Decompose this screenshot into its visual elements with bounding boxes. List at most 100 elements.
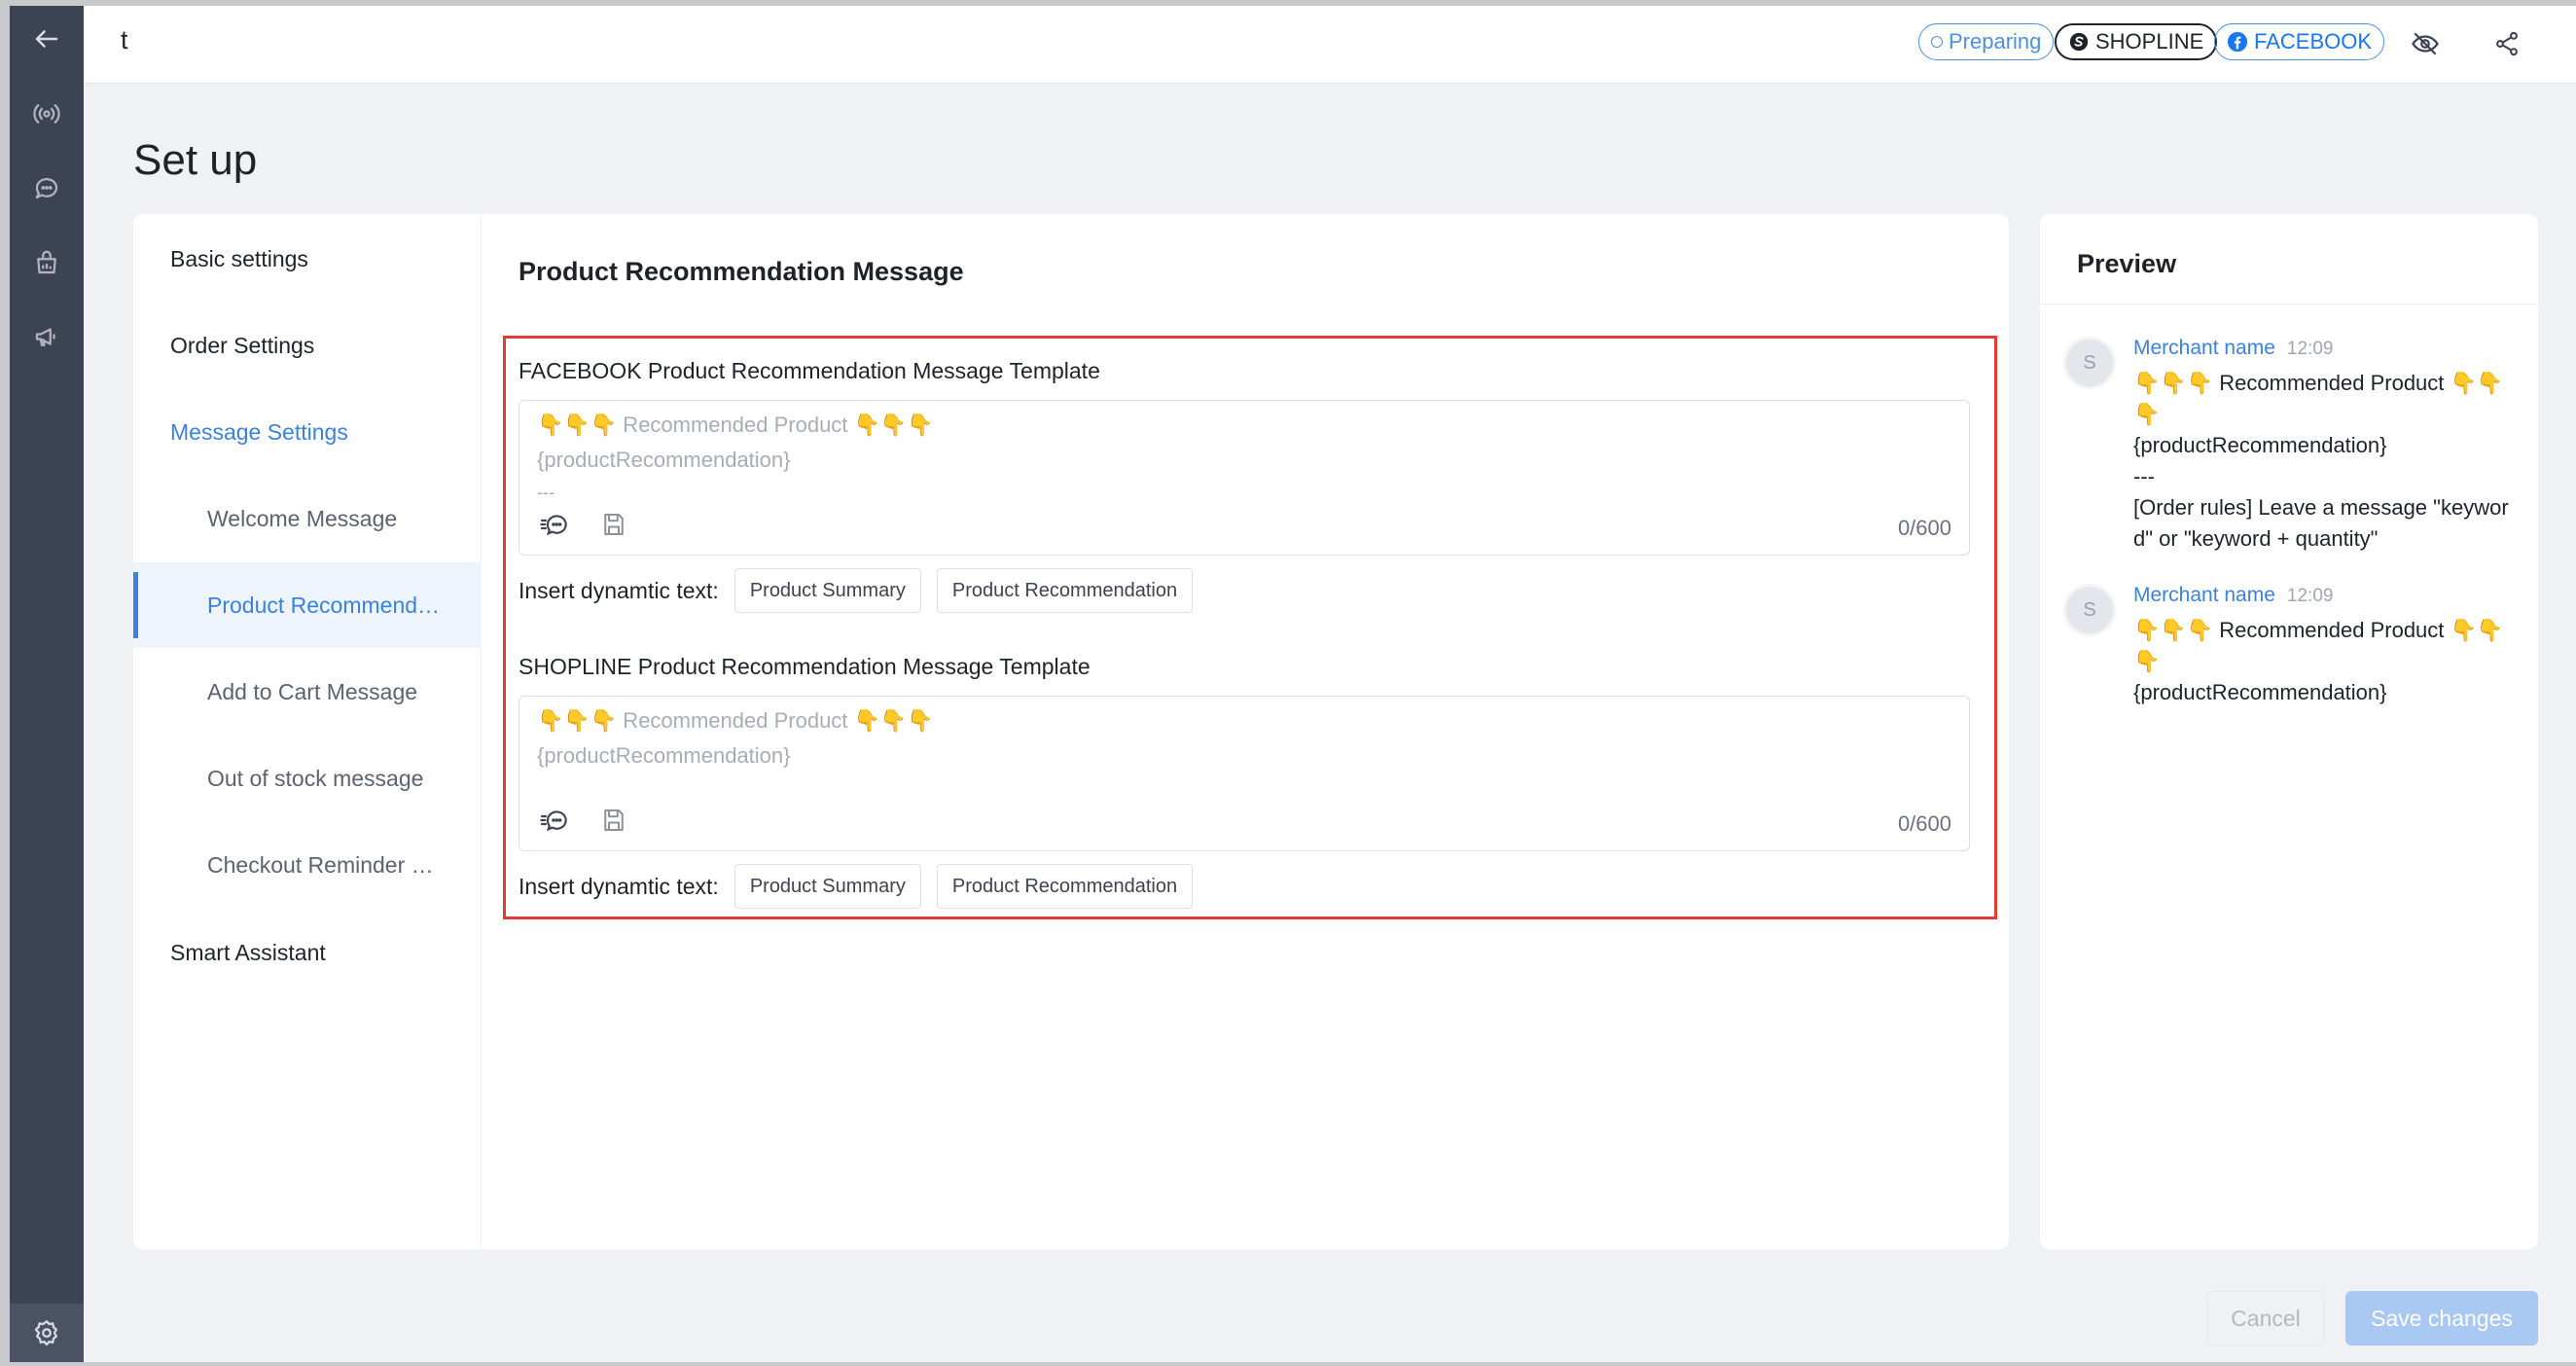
editor-placeholder-line: {productRecommendation}: [537, 743, 791, 768]
icon-rail: [10, 6, 84, 1362]
top-bar: t Preparing SHOPLINE FACEBOOK: [84, 6, 2576, 84]
facebook-template-title: FACEBOOK Product Recommendation Message …: [519, 358, 1100, 383]
rail-chat-button[interactable]: [10, 159, 84, 217]
editor-toolbar: [539, 804, 630, 837]
quick-reply-button[interactable]: [539, 804, 572, 837]
back-arrow-icon: [35, 30, 58, 48]
editor-placeholder-line: 👇👇👇 Recommended Product 👇👇👇: [537, 708, 934, 734]
status-badge-label: Preparing: [1949, 29, 2042, 54]
nav-item-out-of-stock-message[interactable]: Out of stock message: [133, 736, 482, 821]
window-frame-left: [0, 0, 10, 1366]
character-count: 0/600: [1897, 516, 1951, 540]
save-changes-button[interactable]: Save changes: [2345, 1291, 2538, 1346]
nav-item-message-settings[interactable]: Message Settings: [133, 389, 482, 475]
nav-item-product-recommendation[interactable]: Product Recommendation Message: [133, 562, 482, 648]
quick-reply-button[interactable]: [539, 508, 572, 541]
preview-divider: [2040, 304, 2538, 305]
pointing-down-emoji: 👇👇👇: [537, 708, 618, 733]
nav-item-label: Checkout Reminder Message: [207, 851, 450, 878]
nav-item-order-settings[interactable]: Order Settings: [133, 303, 482, 388]
platform-tag-label: FACEBOOK: [2254, 29, 2373, 54]
megaphone-icon: [35, 328, 55, 346]
settings-nav: Basic settings Order Settings Message Se…: [133, 214, 482, 1249]
preview-card: Preview S Merchant name 12:09 👇👇👇 Recomme…: [2040, 214, 2538, 1249]
gear-icon: [34, 1320, 57, 1346]
window-frame-bottom: [0, 1362, 2576, 1366]
editor-toolbar: [539, 508, 630, 541]
editor-placeholder-line: 👇👇👇 Recommended Product 👇👇👇: [537, 413, 934, 438]
back-button[interactable]: [10, 10, 84, 68]
rail-marketing-button[interactable]: [10, 307, 84, 366]
pointing-down-emoji: 👇👇👇: [853, 708, 934, 733]
platform-tag-facebook: FACEBOOK: [2214, 23, 2385, 60]
status-dot-icon: [1931, 36, 1943, 48]
merchant-name: Merchant name: [2133, 584, 2275, 606]
placeholder-text: Recommended Product: [617, 708, 854, 733]
nav-item-label: Basic settings: [170, 245, 308, 271]
settings-card: Basic settings Order Settings Message Se…: [133, 214, 2009, 1249]
message-body: 👇👇👇 Recommended Product 👇👇👇 {productReco…: [2133, 371, 2509, 551]
nav-item-label: Out of stock message: [207, 765, 424, 791]
nav-item-basic-settings[interactable]: Basic settings: [133, 216, 482, 302]
quick-reply-icon: [540, 810, 567, 832]
campaign-title: t: [121, 25, 128, 54]
cancel-button[interactable]: Cancel: [2206, 1291, 2325, 1346]
facebook-template-editor[interactable]: 👇👇👇 Recommended Product 👇👇👇 {productReco…: [519, 400, 1970, 556]
insert-product-summary-button[interactable]: Product Summary: [733, 864, 921, 909]
share-icon: [2496, 31, 2518, 56]
editor-placeholder-line: ---: [537, 483, 555, 502]
insert-product-recommendation-button[interactable]: Product Recommendation: [936, 568, 1194, 613]
avatar: S: [2063, 584, 2116, 636]
nav-item-smart-assistant[interactable]: Smart Assistant: [133, 910, 482, 995]
editor-placeholder-line: {productRecommendation}: [537, 448, 791, 472]
platform-tag-shopline: SHOPLINE: [2055, 23, 2218, 60]
save-template-button[interactable]: [597, 804, 630, 837]
insert-dynamic-text-label: Insert dynamtic text:: [519, 577, 719, 603]
message-time: 12:09: [2286, 586, 2334, 606]
nav-item-label: Product Recommendation Message: [207, 592, 450, 618]
section-title: Product Recommendation Message: [519, 257, 964, 286]
nav-item-label: Welcome Message: [207, 505, 398, 531]
rail-live-button[interactable]: [10, 85, 84, 143]
shopline-template-editor[interactable]: 👇👇👇 Recommended Product 👇👇👇 {productReco…: [519, 696, 1970, 851]
merchant-name: Merchant name: [2133, 337, 2275, 359]
message-body: 👇👇👇 Recommended Product 👇👇👇 {productReco…: [2133, 618, 2504, 704]
eye-off-icon: [2412, 32, 2439, 55]
nav-item-welcome-message[interactable]: Welcome Message: [133, 476, 482, 561]
avatar: S: [2063, 337, 2116, 389]
hide-preview-button[interactable]: [2409, 27, 2442, 60]
message-header: Merchant name 12:09: [2133, 584, 2333, 607]
share-button[interactable]: [2490, 27, 2523, 60]
insert-dynamic-text-row: Insert dynamtic text: Product Summary Pr…: [519, 864, 1208, 909]
nav-item-checkout-reminder[interactable]: Checkout Reminder Message: [133, 822, 482, 908]
rail-settings-button[interactable]: [10, 1304, 84, 1362]
character-count: 0/600: [1897, 811, 1951, 836]
nav-item-label: Smart Assistant: [170, 939, 326, 965]
status-badge: Preparing: [1918, 23, 2055, 60]
save-template-button[interactable]: [597, 508, 630, 541]
page-title: Set up: [133, 136, 258, 184]
insert-product-recommendation-button[interactable]: Product Recommendation: [936, 864, 1194, 909]
placeholder-text: Recommended Product: [617, 413, 854, 437]
message-header: Merchant name 12:09: [2133, 337, 2333, 360]
nav-item-label: Message Settings: [170, 418, 348, 445]
store-icon: [37, 250, 56, 274]
message-time: 12:09: [2286, 339, 2334, 359]
quick-reply-icon: [540, 515, 567, 536]
pointing-down-emoji: 👇👇👇: [537, 413, 618, 437]
nav-item-label: Add to Cart Message: [207, 678, 418, 704]
broadcast-icon: [33, 104, 60, 124]
save-template-icon: [604, 514, 624, 535]
insert-dynamic-text-row: Insert dynamtic text: Product Summary Pr…: [519, 568, 1208, 613]
insert-dynamic-text-label: Insert dynamtic text:: [519, 873, 719, 899]
shopline-template-title: SHOPLINE Product Recommendation Message …: [519, 654, 1091, 679]
nav-item-add-to-cart-message[interactable]: Add to Cart Message: [133, 649, 482, 735]
platform-tag-label: SHOPLINE: [2095, 29, 2204, 54]
rail-store-button[interactable]: [10, 234, 84, 292]
insert-product-summary-button[interactable]: Product Summary: [733, 568, 921, 613]
shopline-logo-icon: [2069, 32, 2089, 52]
preview-title: Preview: [2077, 249, 2177, 278]
save-template-icon: [604, 809, 624, 831]
nav-item-label: Order Settings: [170, 332, 315, 358]
pointing-down-emoji: 👇👇👇: [853, 413, 934, 437]
